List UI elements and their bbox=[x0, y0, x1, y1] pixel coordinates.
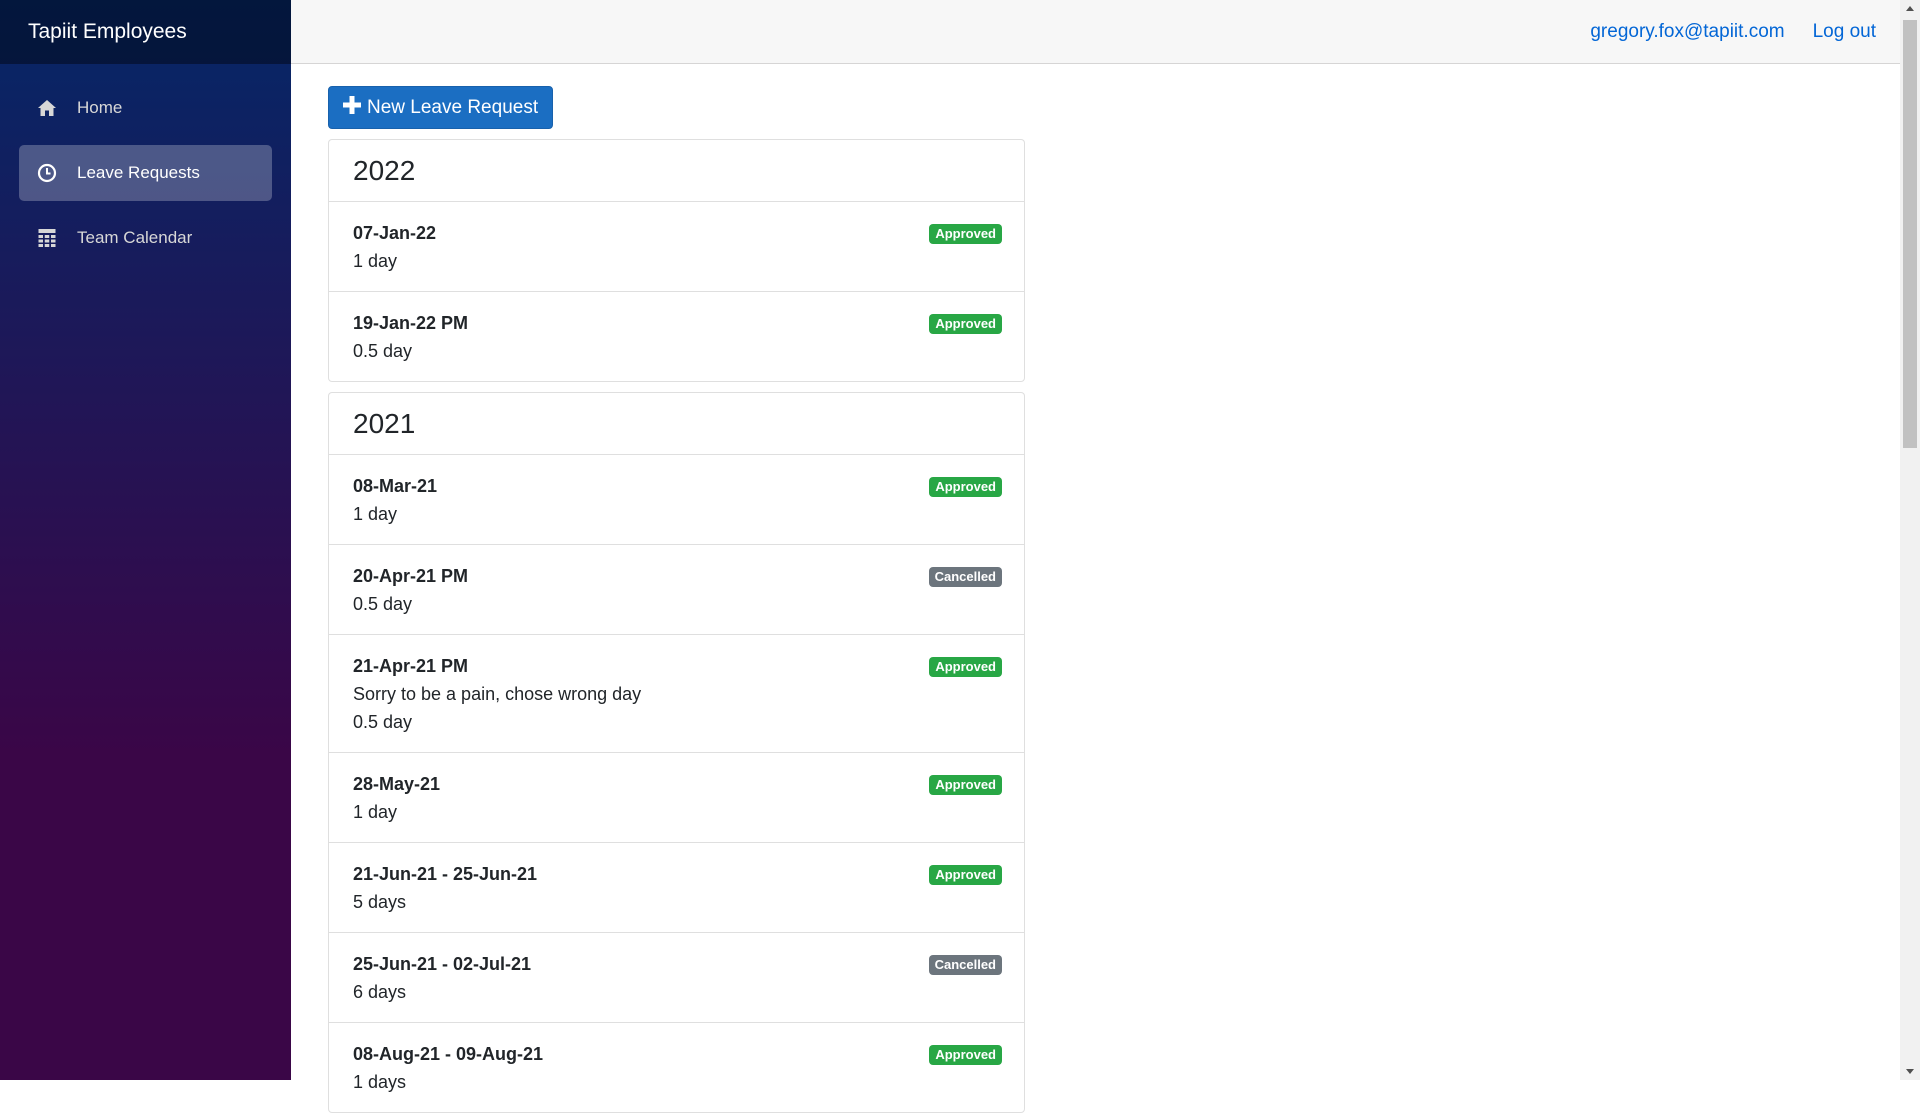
user-email-link[interactable]: gregory.fox@tapiit.com bbox=[1590, 21, 1784, 43]
app-brand-label: Tapiit Employees bbox=[28, 20, 187, 43]
leave-date: 08-Aug-21 - 09-Aug-21 bbox=[353, 1044, 544, 1064]
sidebar-item-team-calendar[interactable]: Team Calendar bbox=[19, 210, 272, 266]
status-badge: Approved bbox=[929, 1045, 1002, 1065]
sidebar-item-label: Team Calendar bbox=[77, 228, 193, 247]
leave-request-row[interactable]: 28-May-21 1 day Approved bbox=[329, 753, 1024, 843]
new-leave-request-button[interactable]: New Leave Request bbox=[328, 86, 554, 129]
sidebar-nav: Home Leave Requests Team Calendar bbox=[0, 64, 291, 266]
plus-icon bbox=[343, 95, 361, 120]
status-badge: Cancelled bbox=[928, 567, 1002, 587]
leave-request-row[interactable]: 08-Aug-21 - 09-Aug-21 1 days Approved bbox=[329, 1023, 1024, 1112]
leave-date: 25-Jun-21 - 02-Jul-21 bbox=[353, 954, 532, 974]
leave-date: 19-Jan-22 PM bbox=[353, 313, 469, 333]
status-badge: Approved bbox=[929, 477, 1002, 497]
leave-date: 21-Apr-21 PM bbox=[353, 656, 469, 676]
sidebar-item-label: Home bbox=[77, 98, 123, 117]
vertical-scrollbar[interactable] bbox=[1900, 0, 1920, 1080]
leave-duration: 0.5 day bbox=[353, 594, 413, 614]
sidebar-item-leave-requests[interactable]: Leave Requests bbox=[19, 145, 272, 201]
status-badge: Approved bbox=[929, 865, 1002, 885]
leave-duration: 5 days bbox=[353, 892, 407, 912]
new-leave-request-label: New Leave Request bbox=[367, 96, 539, 118]
logout-link[interactable]: Log out bbox=[1813, 21, 1876, 43]
sidebar-item-home[interactable]: Home bbox=[19, 80, 272, 136]
scroll-up-arrow-icon[interactable] bbox=[1900, 0, 1920, 17]
leave-duration: 1 day bbox=[353, 802, 398, 822]
status-badge: Approved bbox=[929, 314, 1002, 334]
status-badge: Cancelled bbox=[928, 955, 1002, 975]
leave-request-row[interactable]: 20-Apr-21 PM 0.5 day Cancelled bbox=[329, 545, 1024, 635]
top-bar: gregory.fox@tapiit.com Log out bbox=[291, 0, 1900, 64]
status-badge: Approved bbox=[929, 657, 1002, 677]
year-card-2021: 2021 08-Mar-21 1 day Approved 20-Apr-21 … bbox=[328, 392, 1025, 1113]
year-heading: 2021 bbox=[329, 393, 1024, 455]
year-card-2022: 2022 07-Jan-22 1 day Approved 19-Jan-22 … bbox=[328, 139, 1025, 382]
leave-duration: 1 days bbox=[353, 1072, 407, 1092]
leave-request-row[interactable]: 21-Jun-21 - 25-Jun-21 5 days Approved bbox=[329, 843, 1024, 933]
status-badge: Approved bbox=[929, 224, 1002, 244]
leave-request-row[interactable]: 08-Mar-21 1 day Approved bbox=[329, 455, 1024, 545]
leave-duration: 0.5 day bbox=[353, 712, 413, 732]
sidebar: Tapiit Employees Home Leave Requests Tea… bbox=[0, 0, 291, 1080]
leave-duration: 0.5 day bbox=[353, 341, 413, 361]
leave-date: 21-Jun-21 - 25-Jun-21 bbox=[353, 864, 538, 884]
leave-request-row[interactable]: 07-Jan-22 1 day Approved bbox=[329, 202, 1024, 292]
leave-request-row[interactable]: 21-Apr-21 PM Sorry to be a pain, chose w… bbox=[329, 635, 1024, 753]
leave-date: 08-Mar-21 bbox=[353, 476, 438, 496]
scrollbar-thumb[interactable] bbox=[1903, 20, 1917, 448]
app-brand[interactable]: Tapiit Employees bbox=[0, 0, 291, 64]
leave-date: 28-May-21 bbox=[353, 774, 441, 794]
leave-date: 07-Jan-22 bbox=[353, 223, 437, 243]
leave-duration: 1 day bbox=[353, 504, 398, 524]
home-icon bbox=[37, 98, 57, 118]
leave-note: Sorry to be a pain, chose wrong day bbox=[353, 684, 642, 704]
leave-request-row[interactable]: 25-Jun-21 - 02-Jul-21 6 days Cancelled bbox=[329, 933, 1024, 1023]
status-badge: Approved bbox=[929, 775, 1002, 795]
leave-duration: 6 days bbox=[353, 982, 407, 1002]
calendar-icon bbox=[37, 228, 57, 248]
sidebar-item-label: Leave Requests bbox=[77, 163, 200, 182]
main-content: New Leave Request 2022 07-Jan-22 1 day A… bbox=[291, 64, 1900, 1113]
year-heading: 2022 bbox=[329, 140, 1024, 202]
leave-date: 20-Apr-21 PM bbox=[353, 566, 469, 586]
leave-request-row[interactable]: 19-Jan-22 PM 0.5 day Approved bbox=[329, 292, 1024, 381]
clock-icon bbox=[37, 163, 57, 183]
leave-duration: 1 day bbox=[353, 251, 398, 271]
scroll-down-arrow-icon[interactable] bbox=[1900, 1063, 1920, 1080]
